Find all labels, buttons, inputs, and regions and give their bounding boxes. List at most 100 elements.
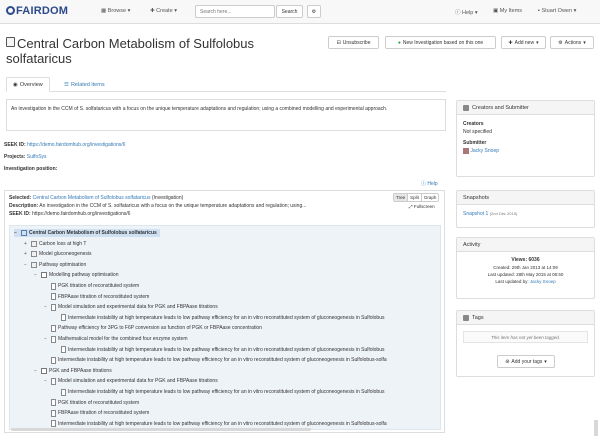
horizontal-scrollbar[interactable] [11,428,311,431]
description-box: An investigation in the CCM of S. solfat… [6,99,446,131]
creators-panel-header[interactable]: Creators and Submitter [457,101,594,115]
selected-link[interactable]: Central Carbon Metabolism of Sulfolobus … [33,195,151,201]
create-label: Create [156,8,173,14]
help-menu[interactable]: ⓘ Help ▾ [455,8,478,16]
expand-icon[interactable]: + [24,251,29,257]
caret-down-icon: ▾ [583,39,586,46]
gear-icon: ⚙ [311,8,317,15]
tree-seek-id-label: SEEK ID: [9,211,31,217]
tree-container: Selected: Central Carbon Metabolism of S… [4,190,445,433]
tags-panel-header[interactable]: Tags [457,311,594,325]
document-icon [61,314,66,322]
collapse-icon[interactable]: − [34,368,39,374]
plus-icon: ✚ [150,8,155,14]
my-items-link[interactable]: ▣ My Items [493,8,522,14]
collapse-icon[interactable]: − [34,272,39,278]
fullscreen-button[interactable]: ⤢ Fullscreen [409,204,435,209]
submitter-link[interactable]: Jacky Snoep [470,148,499,154]
page-scrollbar[interactable] [594,420,598,436]
activity-panel-header[interactable]: Activity [457,238,594,252]
snapshots-panel-header[interactable]: Snapshots [457,191,594,205]
tree-seek-id: https://demo.fairdomhub.org/investigatio… [32,211,131,217]
top-navbar: FAIRDOM ▦ Browse ▾ ✚ Create ▾ Search ⚙ ⓘ… [0,0,600,24]
projects-label: Projects: [4,154,26,160]
tree-node[interactable]: Pathway efficiency for 3PG to F6P conver… [44,324,262,332]
search-input[interactable] [195,5,275,18]
tab-overview[interactable]: ◉ Overview [6,77,50,92]
search-button[interactable]: Search [276,5,303,18]
snapshot-link[interactable]: Snapshot 1 [463,211,488,217]
unsubscribe-button[interactable]: ⊟ Unsubscribe [328,36,379,49]
caret-down-icon: ▾ [536,39,539,46]
expand-icon[interactable]: + [24,241,29,247]
tree-node[interactable]: Intermediate instability at high tempera… [54,388,384,396]
tree-node[interactable]: FBPAase titration of reconstituted syste… [44,293,149,301]
tree-node-label: Model simulation and experimental data f… [58,378,218,385]
fairdom-logo[interactable]: FAIRDOM [6,5,68,17]
tree-node[interactable]: − Pathway optimisation [24,261,86,269]
created-date: Created: 29th Jan 2013 at 14:09 [493,265,558,270]
tree-node[interactable]: − Central Carbon Metabolism of Sulfolobus… [14,229,160,237]
tree-body: − Central Carbon Metabolism of Sulfolobus… [9,225,441,430]
browse-icon: ▦ [101,8,107,14]
my-items-label: My Items [499,8,523,14]
document-icon [51,282,56,290]
browse-menu[interactable]: ▦ Browse ▾ [101,8,130,14]
user-menu[interactable]: ▪ Stuart Owen ▾ [538,8,576,14]
collapse-icon[interactable]: − [44,378,49,384]
logo-icon [6,6,15,15]
caret-down-icon: ▾ [127,8,131,14]
search-settings-button[interactable]: ⚙ [307,5,321,18]
tree-view-button[interactable]: Tree [394,194,408,201]
minus-icon [463,104,469,111]
graph-view-button[interactable]: Graph [420,194,439,201]
caret-down-icon: ▾ [573,8,577,14]
collapse-icon[interactable]: − [44,336,49,342]
collapse-icon[interactable]: − [24,262,29,268]
tree-node[interactable]: − Model simulation and experimental data … [44,303,218,311]
seek-id-link[interactable]: https://demo.fairdomhub.org/investigatio… [27,142,125,148]
selected-label: Selected: [9,195,32,201]
add-new-button[interactable]: ✚ Add new ▾ [501,36,546,49]
snapshot-date: (2nd Dec 2015) [489,211,518,216]
document-icon [61,346,66,354]
description-text: An investigation in the CCM of S. solfat… [11,106,388,112]
collapse-icon[interactable]: − [44,304,49,310]
tree-help-link[interactable]: ⓘ Help [421,180,438,187]
investigation-position-row: Investigation position: [4,166,57,172]
tree-node[interactable]: Intermediate instability at high tempera… [54,314,384,322]
collapse-icon[interactable]: − [14,230,19,236]
last-updated-by-row: Last updated by: Jacky Snoep [461,278,590,285]
tree-node[interactable]: − PGK and FBPAase titrations [34,367,112,375]
tree-node[interactable]: Intermediate instability at high tempera… [44,356,387,364]
tree-node-label: FBPAase titration of reconstituted syste… [58,410,150,417]
last-updated-by-link[interactable]: Jacky Snoep [530,279,556,284]
investigation-icon [21,230,27,236]
document-icon [51,420,56,428]
last-updated-date: Last updated: 28th May 2015 at 06:50 [487,272,564,277]
tree-node[interactable]: − Mathematical model for the combined fou… [44,335,188,343]
tree-node[interactable]: + Model gluconeogenesis [24,250,92,258]
actions-button[interactable]: ⚙ Actions ▾ [550,36,594,49]
new-investigation-button[interactable]: ● New Investigation based on this one [385,36,496,49]
tree-node[interactable]: Intermediate instability at high tempera… [54,346,384,354]
split-view-button[interactable]: Split [407,194,421,201]
tree-node[interactable]: − Model simulation and experimental data … [44,377,218,385]
add-tags-button[interactable]: ⊛ Add your tags ▾ [497,355,555,368]
tree-node-label: Intermediate instability at high tempera… [68,314,385,321]
info-icon: ⓘ [421,181,427,187]
tree-node[interactable]: PGK titration of reconstituted system [44,399,139,407]
tree-node[interactable]: PGK titration of reconstituted system [44,282,139,290]
tree-node[interactable]: Intermediate instability at high tempera… [44,420,387,428]
tree-node-label: PGK and FBPAase titrations [49,367,112,374]
tree-node[interactable]: − Modelling pathway optimisation [34,271,118,279]
project-link[interactable]: SulfoSys [27,154,47,160]
tree-node-label: Model gluconeogenesis [39,251,92,258]
tab-related-items[interactable]: ☰ Related items [58,77,111,92]
tree-node[interactable]: + Carbon loss at high T [24,240,86,248]
last-updated-by-label: Last updated by: [495,279,529,284]
create-menu[interactable]: ✚ Create ▾ [150,8,177,14]
tree-node[interactable]: FBPAase titration of reconstituted syste… [44,409,149,417]
selected-type: (Investigation) [151,195,184,201]
views-count: Views: 6036 [511,257,540,263]
